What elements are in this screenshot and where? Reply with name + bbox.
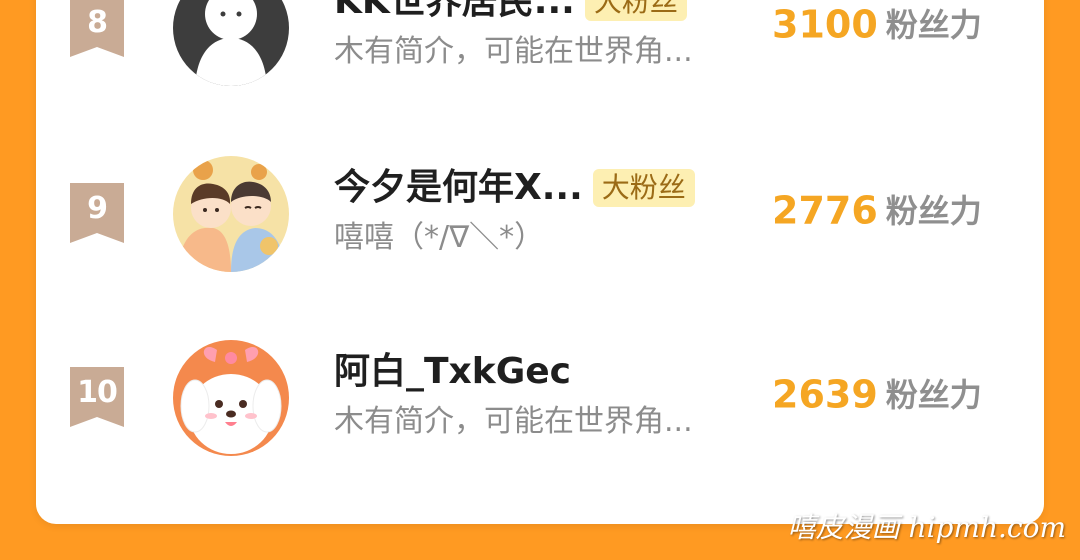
score-unit: 粉丝力	[885, 191, 982, 230]
cartoon-boys-avatar-icon	[173, 156, 289, 272]
user-name[interactable]: KK世界居民...	[334, 0, 575, 26]
user-avatar[interactable]	[173, 156, 289, 272]
user-bio: 木有简介，可能在世界角...	[334, 404, 693, 439]
user-name-line: 今夕是何年X... 大粉丝	[334, 164, 695, 212]
user-bio: 木有简介，可能在世界角...	[334, 34, 693, 69]
score-unit: 粉丝力	[885, 375, 982, 414]
rank-number: 10	[77, 375, 118, 410]
user-name-line: KK世界居民... 大粉丝	[334, 0, 687, 26]
score-value: 2776	[772, 188, 878, 233]
leaderboard-row-9[interactable]: 9 今夕是何年X... 大粉丝 嘻嘻（*/∇＼*） 2776 粉丝力	[36, 156, 1044, 286]
rank-ribbon: 8	[70, 0, 124, 57]
user-avatar[interactable]	[173, 0, 289, 86]
fan-power-score: 2639 粉丝力	[772, 370, 982, 419]
user-name[interactable]: 今夕是何年X...	[334, 164, 583, 212]
leaderboard-card: 8 KK世界居民... 大粉丝 木有简介，可能在世界角... 3100 粉丝力 9	[36, 0, 1044, 524]
user-avatar[interactable]	[173, 340, 289, 456]
rank-number: 9	[87, 191, 108, 226]
fan-power-score: 3100 粉丝力	[772, 0, 982, 49]
fan-level-badge: 大粉丝	[584, 0, 687, 21]
leaderboard-row-10[interactable]: 10 阿白_TxkGec 木有简介，可能在世界角... 2639 粉丝力	[36, 340, 1044, 470]
score-value: 3100	[772, 2, 878, 47]
user-name-line: 阿白_TxkGec	[334, 348, 571, 396]
fan-power-score: 2776 粉丝力	[772, 186, 982, 235]
user-bio: 嘻嘻（*/∇＼*）	[334, 220, 545, 255]
rank-number: 8	[87, 5, 108, 40]
site-watermark: 嘻皮漫画 hipmh.com	[787, 511, 1066, 544]
puppy-with-bow-avatar-icon	[173, 340, 289, 456]
score-unit: 粉丝力	[885, 5, 982, 44]
user-name[interactable]: 阿白_TxkGec	[334, 348, 571, 396]
score-value: 2639	[772, 372, 878, 417]
ghost-silhouette-avatar-icon	[173, 0, 289, 86]
rank-ribbon: 10	[70, 367, 124, 427]
fan-level-badge: 大粉丝	[592, 169, 695, 207]
leaderboard-row-8[interactable]: 8 KK世界居民... 大粉丝 木有简介，可能在世界角... 3100 粉丝力	[36, 0, 1044, 100]
rank-ribbon: 9	[70, 183, 124, 243]
